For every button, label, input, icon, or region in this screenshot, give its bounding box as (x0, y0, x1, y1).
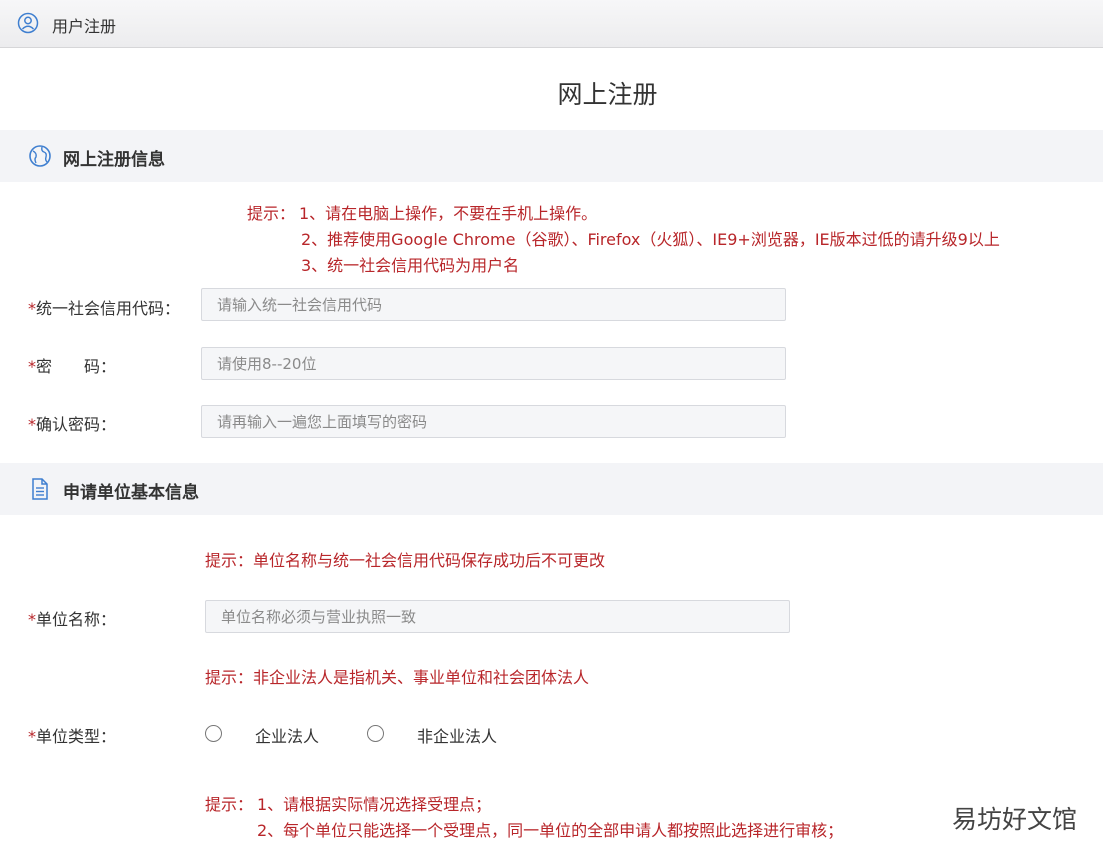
label-text: 单位类型： (36, 727, 117, 746)
radio-non-enterprise[interactable] (367, 725, 384, 742)
unit-name-label: *单位名称： (28, 606, 116, 630)
password-label: *密 码： (28, 353, 116, 377)
page-title: 网上注册 (557, 80, 658, 109)
hint-unit-type: 提示：非企业法人是指机关、事业单位和社会团体法人 (205, 668, 590, 687)
required-mark: * (28, 610, 36, 629)
globe-icon (29, 145, 51, 167)
hint-unit-name: 提示：单位名称与统一社会信用代码保存成功后不可更改 (205, 551, 606, 570)
confirm-password-input[interactable] (201, 405, 786, 438)
required-mark: * (28, 357, 36, 376)
required-mark: * (28, 727, 36, 746)
required-mark: * (28, 415, 36, 434)
hint-line: 3、统一社会信用代码为用户名 (301, 256, 520, 275)
section-title: 申请单位基本信息 (63, 483, 199, 503)
label-text: 统一社会信用代码： (36, 299, 181, 318)
radio-enterprise[interactable] (205, 725, 222, 742)
hint-prefix: 提示： (247, 204, 296, 223)
hint-line: 1、请在电脑上操作，不要在手机上操作。 (299, 204, 598, 223)
document-icon (32, 478, 48, 500)
hint-line: 2、每个单位只能选择一个受理点，同一单位的全部申请人都按照此选择进行审核； (257, 821, 844, 840)
credit-code-label: *统一社会信用代码： (28, 295, 180, 319)
confirm-password-label: *确认密码： (28, 411, 116, 435)
user-circle-icon (17, 12, 39, 34)
section-title: 网上注册信息 (63, 150, 165, 170)
hint-line: 2、推荐使用Google Chrome（谷歌）、Firefox（火狐）、IE9+… (301, 230, 1000, 249)
watermark-text: 易坊好文馆 (952, 805, 1078, 834)
label-text: 确认密码： (36, 415, 117, 434)
label-text: 密 码： (36, 357, 117, 376)
radio-enterprise-label[interactable]: 企业法人 (255, 723, 319, 747)
credit-code-input[interactable] (201, 288, 786, 321)
radio-non-enterprise-label[interactable]: 非企业法人 (417, 723, 497, 747)
hint-prefix: 提示： (205, 795, 254, 814)
unit-name-input[interactable] (205, 600, 790, 633)
window-title: 用户注册 (52, 17, 117, 36)
label-text: 单位名称： (36, 610, 117, 629)
top-bar: 用户注册 (0, 0, 1103, 48)
hint-line: 1、请根据实际情况选择受理点； (257, 795, 492, 814)
password-input[interactable] (201, 347, 786, 380)
unit-type-label: *单位类型： (28, 723, 116, 747)
section-header-unit-info: 申请单位基本信息 (0, 463, 1103, 515)
required-mark: * (28, 299, 36, 318)
section-header-registration: 网上注册信息 (0, 130, 1103, 182)
